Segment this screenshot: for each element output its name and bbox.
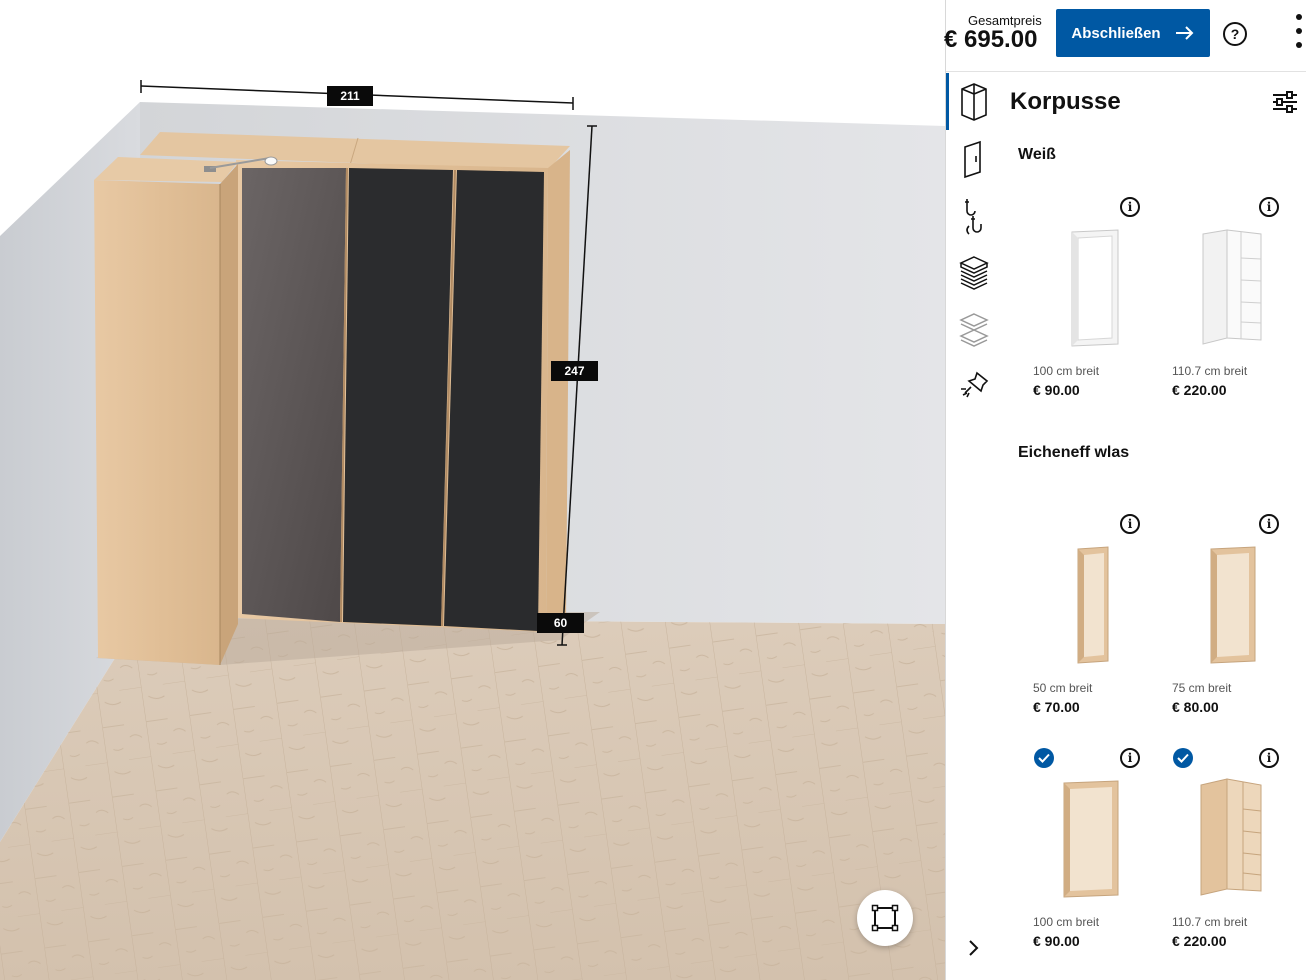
sliders-icon [1273,91,1297,113]
product-card[interactable]: i 100 cm breit € 90.00 [1022,192,1152,412]
frame-thumbnail [1071,229,1119,347]
door-glass[interactable] [242,168,346,622]
product-card-selected[interactable]: i 100 cm breit € 90.00 [1022,743,1152,963]
product-width: 100 cm breit [1033,915,1100,929]
product-card-selected[interactable]: i 110.7 cm breit € 220.00 [1161,743,1291,963]
frame-thumbnail [1077,546,1109,664]
group-title-oak: Eicheneff wlas [1018,444,1130,461]
nav-item-lighting[interactable] [946,358,1001,415]
door-dark-1[interactable] [343,168,453,626]
checkmark-icon [1173,748,1193,768]
more-vertical-icon [1296,14,1304,48]
chevron-right-icon [969,940,979,956]
product-price: € 90.00 [1033,933,1080,949]
checkmark-icon [1034,748,1054,768]
width-dimension-label: 211 [327,86,373,106]
filter-button[interactable] [1272,90,1298,114]
product-card[interactable]: i 110.7 cm breit € 220.00 [1161,192,1291,412]
nav-item-handles[interactable] [946,187,1001,244]
info-icon[interactable]: i [1259,748,1279,768]
more-options-button[interactable] [1296,14,1304,54]
total-price-value: € 695.00 [944,26,1038,53]
product-price: € 220.00 [1172,382,1227,398]
product-card[interactable]: i 75 cm breit € 80.00 [1161,509,1291,729]
section-title: Korpusse [1010,88,1121,115]
frame-view-icon [871,904,899,932]
info-icon[interactable]: i [1259,514,1279,534]
door-icon [963,140,981,178]
nav-item-frames[interactable] [946,73,1001,130]
finish-button[interactable]: Abschließen [1056,9,1210,57]
info-icon[interactable]: i [1259,197,1279,217]
finish-button-label: Abschließen [1071,24,1161,42]
cabinet-frame-icon [960,82,987,121]
product-price: € 70.00 [1033,699,1080,715]
collapse-panel-button[interactable] [964,938,984,958]
product-width: 100 cm breit [1033,364,1100,378]
height-dimension-label: 247 [551,361,598,381]
handle-icon [964,198,982,235]
frame-thumbnail [1210,546,1256,664]
category-nav [946,73,1001,403]
price-header: Gesamtpreis € 695.00 Abschließen ? [944,0,1306,72]
corner-unit[interactable] [94,180,220,665]
corner-frame-thumbnail [1200,778,1262,896]
info-icon[interactable]: i [1120,197,1140,217]
product-width: 50 cm breit [1033,681,1093,695]
question-circle-icon: ? [1230,26,1240,42]
info-icon[interactable]: i [1120,748,1140,768]
depth-dimension-label: 60 [537,613,584,633]
group-title-white: Weiß [1018,146,1056,163]
product-width: 110.7 cm breit [1172,364,1248,378]
arrow-right-icon [1175,26,1194,40]
shelves-icon [958,255,989,290]
configurator-panel: Gesamtpreis € 695.00 Abschließen ? Korpu… [944,0,1306,980]
view-toggle-button[interactable] [857,890,913,946]
room-viewport[interactable]: 211 247 60 [0,0,945,980]
product-width: 75 cm breit [1172,681,1232,695]
product-price: € 90.00 [1033,382,1080,398]
baskets-icon [958,312,989,347]
frame-thumbnail [1063,780,1119,898]
room-scene[interactable] [0,0,945,980]
info-icon[interactable]: i [1120,514,1140,534]
product-card[interactable]: i 50 cm breit € 70.00 [1022,509,1152,729]
product-price: € 80.00 [1172,699,1219,715]
nav-item-baskets[interactable] [946,301,1001,358]
help-button[interactable]: ? [1223,22,1247,46]
nav-item-shelves[interactable] [946,244,1001,301]
lamp-icon [960,371,988,397]
nav-item-doors[interactable] [946,130,1001,187]
product-price: € 220.00 [1172,933,1227,949]
door-dark-2[interactable] [444,170,544,631]
product-width: 110.7 cm breit [1172,915,1248,929]
corner-frame-thumbnail [1202,229,1262,345]
